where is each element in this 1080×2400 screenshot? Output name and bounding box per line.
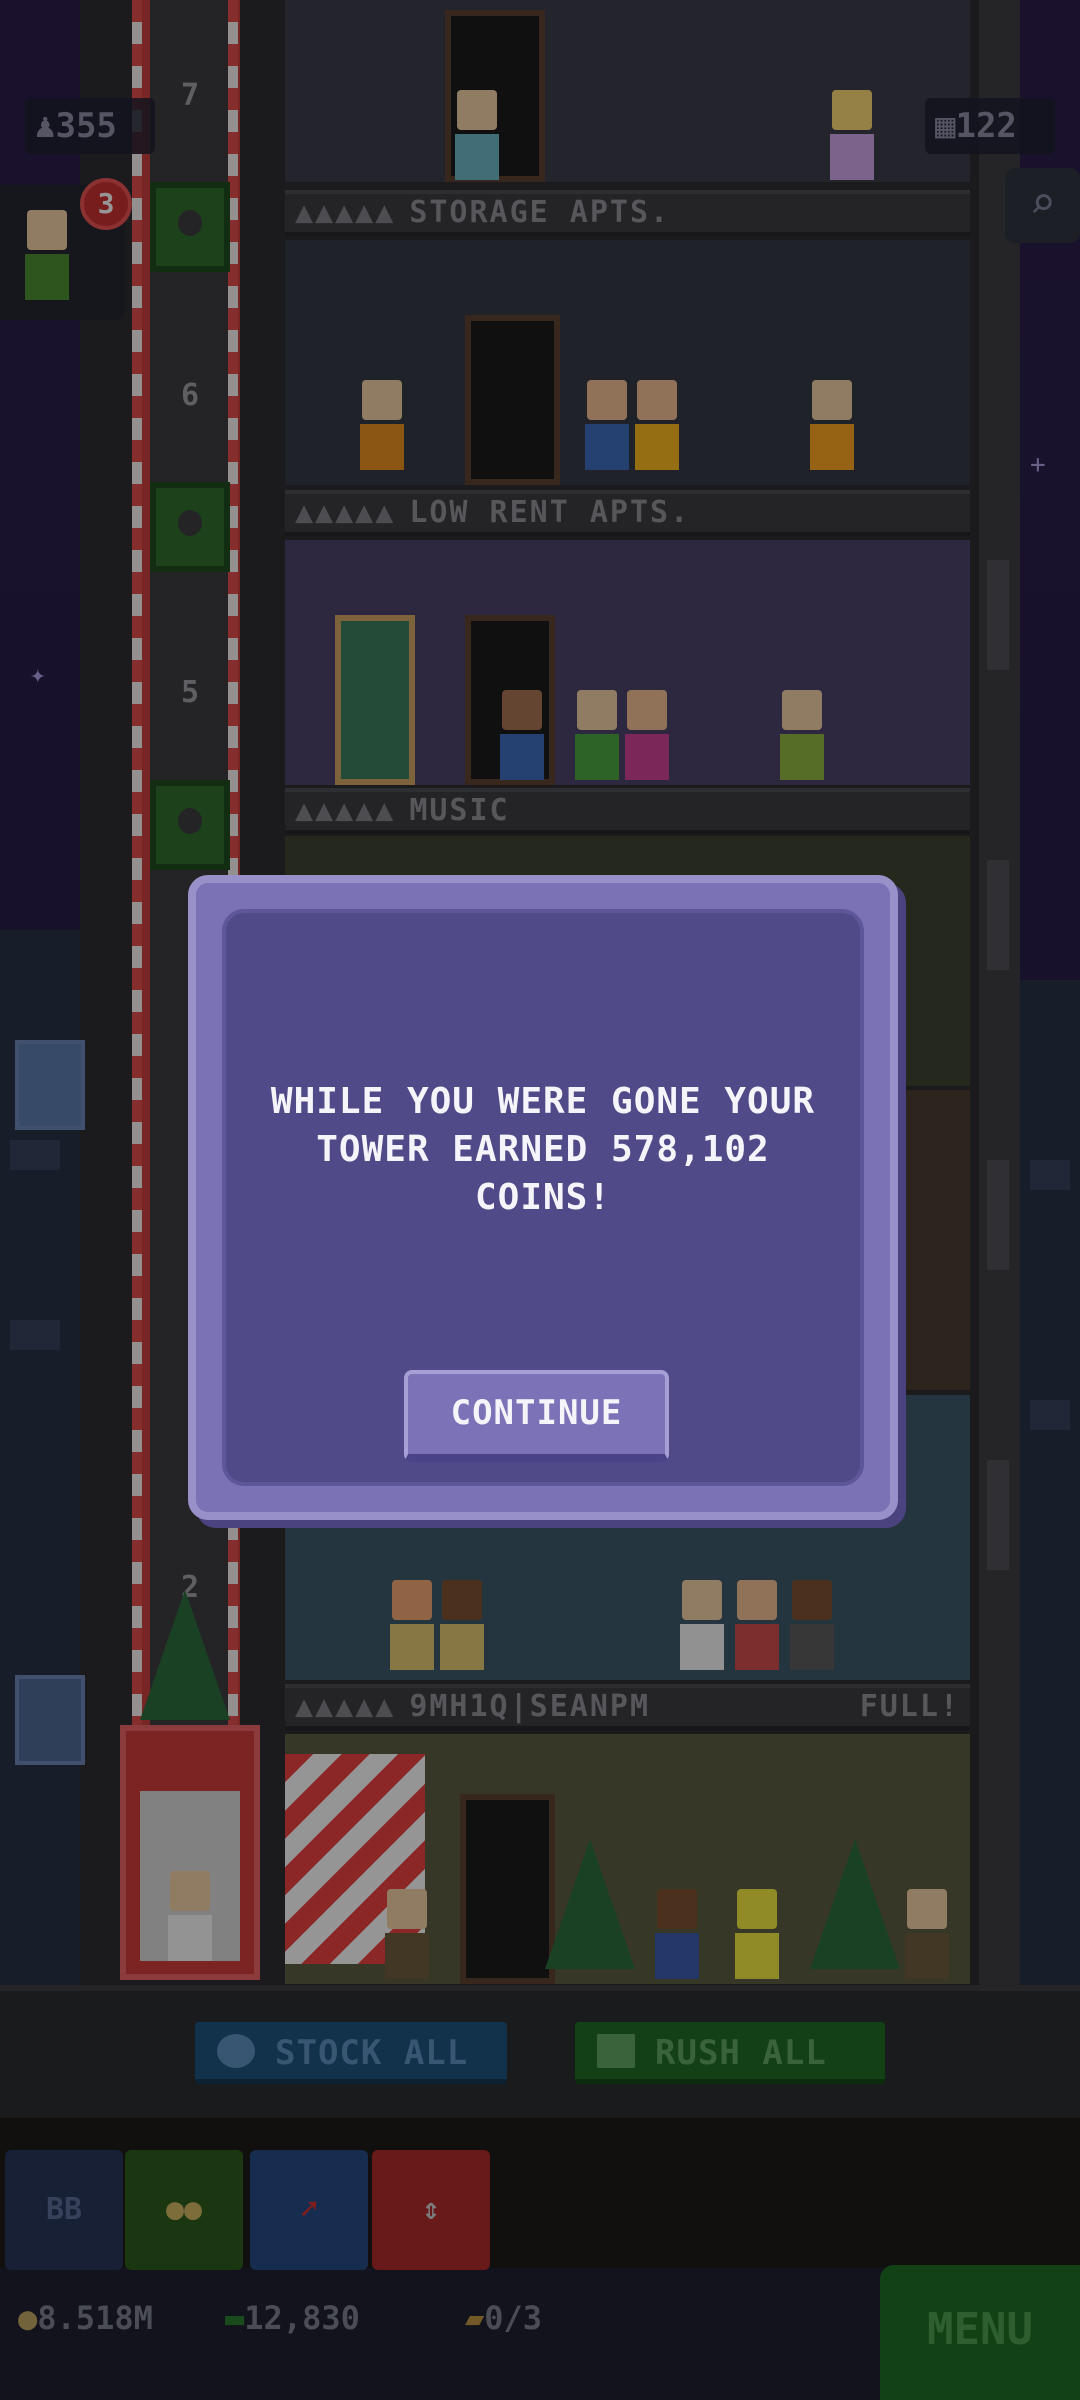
continue-button[interactable]: CONTINUE bbox=[404, 1370, 669, 1462]
continue-label: CONTINUE bbox=[450, 1393, 623, 1433]
dialog-message: WHILE YOU WERE GONE YOUR TOWER EARNED 57… bbox=[270, 1081, 816, 1218]
